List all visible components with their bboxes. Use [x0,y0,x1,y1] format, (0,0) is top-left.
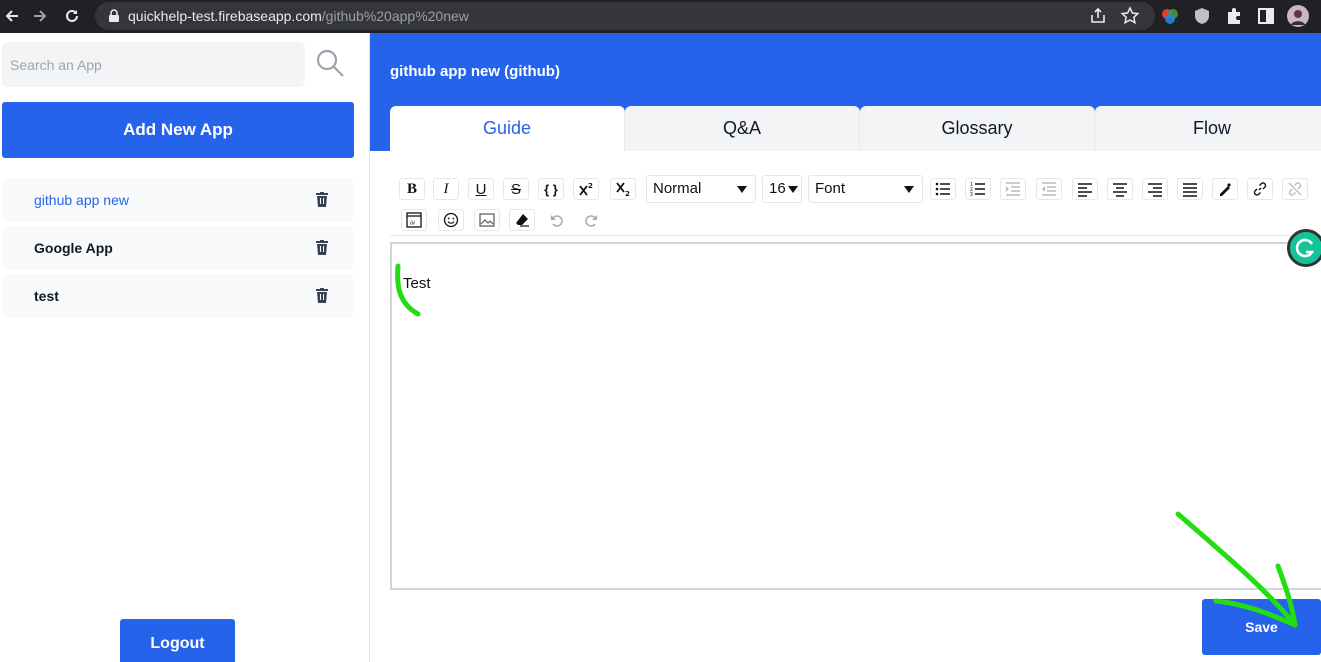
bullet-list-icon[interactable] [930,178,956,200]
redo-icon[interactable] [578,209,604,231]
shield-extension-icon[interactable] [1192,6,1212,26]
subscript-icon[interactable]: 2 [610,178,636,200]
bookmark-star-icon[interactable] [1120,6,1140,26]
sidebar: Add New App github app new Google App te… [0,33,370,662]
back-arrow-icon[interactable] [3,7,21,25]
embed-code-icon[interactable]: /# [401,209,427,231]
app-list-item-test[interactable]: test [2,274,354,318]
forward-arrow-icon[interactable] [31,7,49,25]
chevron-down-icon [904,186,914,193]
underline-icon[interactable]: U [468,178,494,200]
undo-icon[interactable] [544,209,570,231]
tab-glossary[interactable]: Glossary [860,106,1095,151]
superscript-icon[interactable]: 2 [573,178,599,200]
trash-icon[interactable] [316,192,328,207]
app-list: github app new Google App test [2,178,354,322]
svg-text:/#: /# [410,221,416,227]
indent-icon[interactable] [1000,178,1026,200]
unlink-icon[interactable] [1282,178,1308,200]
lock-icon [109,9,119,22]
align-center-icon[interactable] [1107,178,1133,200]
url-text: quickhelp-test.firebaseapp.com/github%20… [128,8,469,24]
app-name: test [34,288,59,304]
app-header: github app new (github) Guide Q&A Glossa… [370,33,1321,151]
app-list-item-github-app-new[interactable]: github app new [2,178,354,222]
italic-icon[interactable]: I [433,178,459,200]
font-size-value: 16 [769,180,786,197]
color-extension-icon[interactable] [1160,6,1180,26]
align-right-icon[interactable] [1142,178,1168,200]
eraser-icon[interactable] [509,209,535,231]
profile-avatar[interactable] [1287,5,1309,27]
chevron-down-icon [788,186,798,193]
share-icon[interactable] [1088,6,1108,26]
url-path: /github%20app%20new [321,8,469,24]
align-justify-icon[interactable] [1177,178,1203,200]
font-family-value: Font [815,180,846,197]
tab-bar: Guide Q&A Glossary Flow [390,106,1321,151]
font-size-select[interactable]: 16 [762,175,802,203]
font-family-select[interactable]: Font [808,175,923,203]
side-panel-icon[interactable] [1256,6,1276,26]
url-host: quickhelp-test.firebaseapp.com [128,8,322,24]
browser-toolbar: quickhelp-test.firebaseapp.com/github%20… [0,0,1321,33]
tab-flow[interactable]: Flow [1095,106,1321,151]
trash-icon[interactable] [316,288,328,303]
save-button[interactable]: Save [1202,599,1321,655]
tab-qa[interactable]: Q&A [625,106,860,151]
svg-text:2: 2 [588,182,593,190]
grammarly-icon[interactable] [1287,229,1321,267]
svg-text:3: 3 [970,192,973,197]
strikethrough-icon[interactable]: S [503,178,529,200]
rich-text-editor[interactable]: Test [390,242,1321,590]
logout-button[interactable]: Logout [120,619,235,662]
address-bar[interactable]: quickhelp-test.firebaseapp.com/github%20… [95,2,1155,30]
color-picker-icon[interactable] [1212,178,1238,200]
emoji-icon[interactable] [438,209,464,231]
main-content: github app new (github) Guide Q&A Glossa… [370,33,1321,662]
outdent-icon[interactable] [1036,178,1062,200]
image-icon[interactable] [474,209,500,231]
chevron-down-icon [737,186,747,193]
tab-guide[interactable]: Guide [390,106,625,151]
block-format-select[interactable]: Normal [646,175,756,203]
app-name: github app new [34,192,129,208]
block-format-value: Normal [653,180,702,197]
bold-icon[interactable]: B [399,178,425,200]
editor-toolbar: B I U S { } 2 2 Normal 16 Font 123 /# [390,168,1321,236]
numbered-list-icon[interactable]: 123 [965,178,991,200]
add-new-app-button[interactable]: Add New App [2,102,354,158]
page-title: github app new (github) [390,63,560,80]
search-app-input[interactable] [2,42,305,87]
editor-content: Test [403,275,431,292]
reload-icon[interactable] [63,7,81,25]
app-name: Google App [34,240,113,256]
code-braces-icon[interactable]: { } [538,178,564,200]
puzzle-extensions-icon[interactable] [1224,6,1244,26]
search-icon[interactable] [314,47,346,79]
app-list-item-google-app[interactable]: Google App [2,226,354,270]
link-icon[interactable] [1247,178,1273,200]
trash-icon[interactable] [316,240,328,255]
align-left-icon[interactable] [1072,178,1098,200]
svg-text:2: 2 [625,190,630,197]
